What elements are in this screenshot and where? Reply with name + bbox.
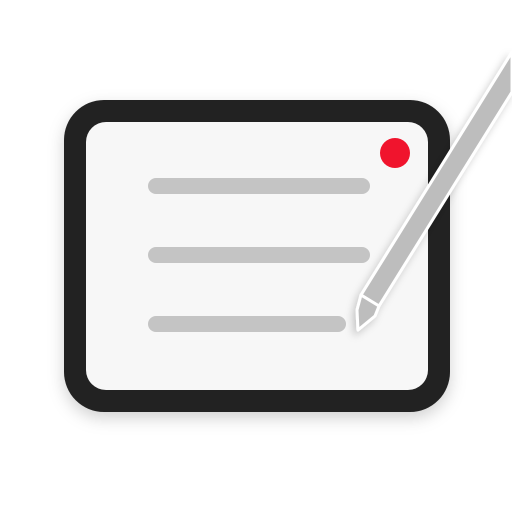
app-icon xyxy=(0,0,512,512)
record-dot xyxy=(380,138,410,168)
notes-tablet-icon xyxy=(64,50,512,412)
